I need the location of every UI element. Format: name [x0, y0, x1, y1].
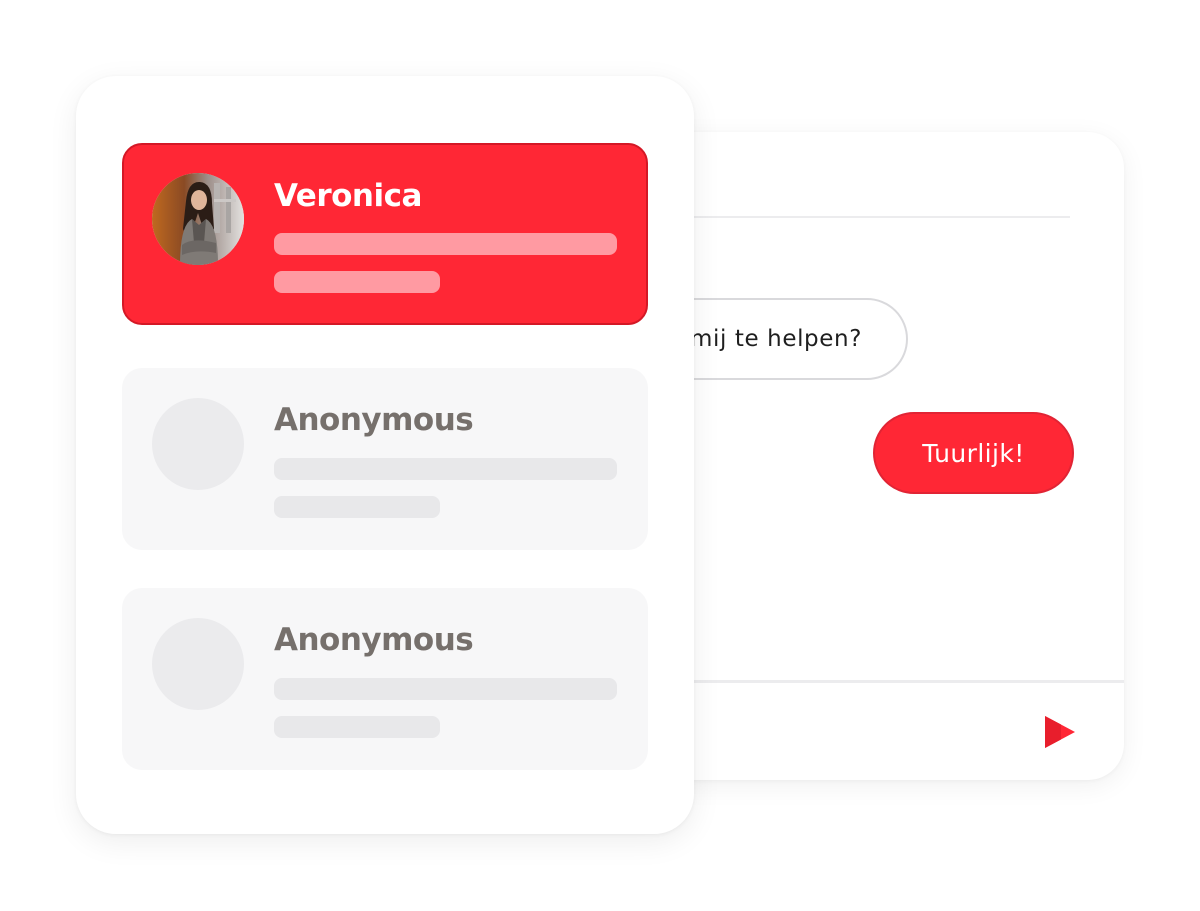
contact-card-veronica[interactable]: Veronica	[122, 143, 648, 325]
message-preview-placeholder	[274, 678, 617, 700]
timestamp-placeholder	[274, 716, 440, 738]
message-preview-placeholder	[274, 233, 617, 255]
send-arrow-icon[interactable]	[1041, 714, 1077, 750]
message-preview-placeholder	[274, 458, 617, 480]
chat-input-divider	[690, 680, 1124, 683]
contact-card-anonymous[interactable]: Anonymous	[122, 368, 648, 550]
chat-header-divider	[690, 216, 1070, 218]
avatar	[152, 173, 244, 265]
contact-name: Veronica	[274, 178, 422, 214]
contact-name: Anonymous	[274, 622, 474, 658]
timestamp-placeholder	[274, 271, 440, 293]
contact-name: Anonymous	[274, 402, 474, 438]
placeholder-avatar	[152, 398, 244, 490]
user-photo-avatar	[152, 173, 244, 265]
placeholder-avatar	[152, 618, 244, 710]
contact-card-anonymous[interactable]: Anonymous	[122, 588, 648, 770]
incoming-message-text: mij te helpen?	[689, 326, 862, 352]
conversation-list: Veronica Anonymous Anonymous	[76, 76, 694, 834]
outgoing-message-bubble: Tuurlijk!	[873, 412, 1074, 494]
outgoing-message-text: Tuurlijk!	[922, 438, 1025, 468]
timestamp-placeholder	[274, 496, 440, 518]
